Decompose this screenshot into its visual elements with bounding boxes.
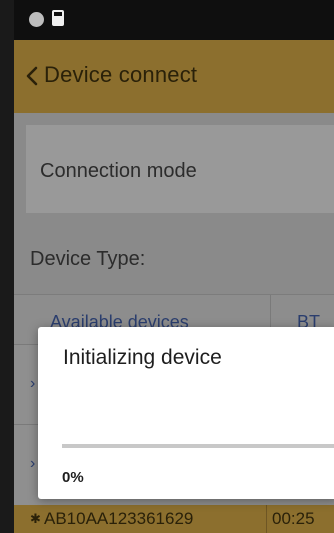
device-name: AB10AA123361629	[44, 509, 194, 528]
table-row-selected[interactable]: ✱ AB10AA123361629 00:25	[14, 505, 334, 533]
status-bar	[14, 0, 334, 40]
row-expand-icon: ›	[30, 375, 36, 392]
device-type-section: Device Type:	[14, 221, 334, 294]
dialog-title: Initializing device	[63, 346, 222, 369]
chevron-left-icon[interactable]	[25, 66, 39, 86]
connection-mode-label: Connection mode	[40, 160, 197, 182]
connection-mode-section: Connection mode	[14, 113, 334, 221]
circle-indicator-icon	[29, 12, 44, 27]
column-divider	[266, 505, 267, 533]
sd-card-icon	[52, 10, 64, 26]
page-title: Device connect	[44, 62, 198, 87]
device-connect-screen: Device connect Connection mode Device Ty…	[14, 0, 334, 533]
device-type-label: Device Type:	[30, 248, 146, 270]
bluetooth-icon: ✱	[30, 511, 41, 526]
device-bt-address: 00:25	[272, 509, 315, 528]
progress-percent: 0%	[62, 469, 84, 486]
app-toolbar: Device connect	[14, 40, 334, 113]
progress-bar	[62, 444, 334, 448]
progress-dialog: Initializing device 0%	[38, 327, 334, 499]
row-expand-icon: ›	[30, 455, 36, 472]
